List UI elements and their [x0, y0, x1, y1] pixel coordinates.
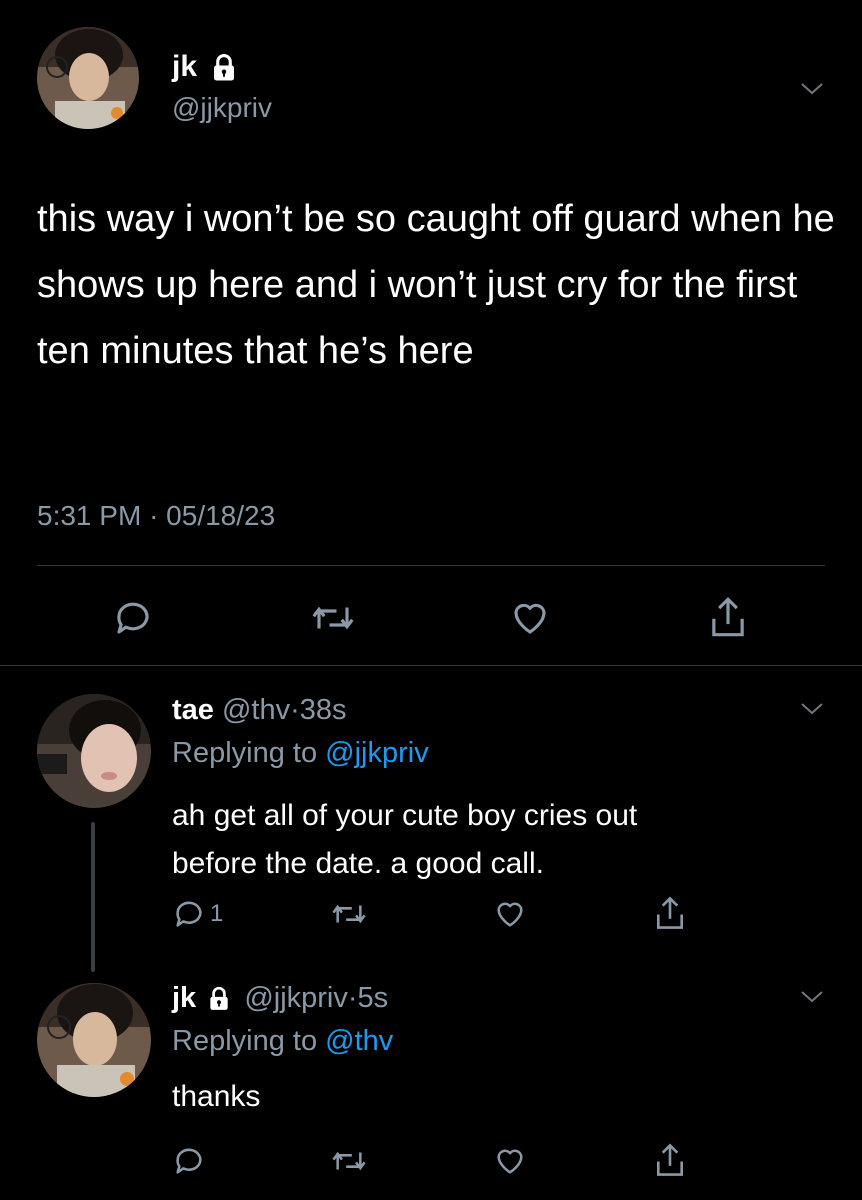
reply-text-line: ah get all of your cute boy cries out: [172, 799, 638, 832]
reply-text: ah get all of your cute boy cries out be…: [172, 792, 637, 888]
avatar-jk-reply[interactable]: [37, 983, 151, 1097]
handle[interactable]: @jjkpriv: [244, 982, 348, 1014]
separator-dot: ·: [290, 694, 300, 726]
retweet-icon: [332, 1151, 366, 1171]
like-button[interactable]: [492, 1144, 528, 1178]
display-name[interactable]: jk: [172, 50, 239, 84]
replying-to-handle-link[interactable]: @jjkpriv: [325, 737, 429, 769]
reply-count: 1: [210, 900, 224, 927]
display-name-text[interactable]: jk: [172, 50, 197, 83]
tweet-timestamp: 5:31 PM · 05/18/23: [37, 500, 275, 532]
share-button[interactable]: [652, 894, 688, 932]
divider: [37, 565, 825, 566]
reply2-header: jk @jjkpriv·5s: [172, 982, 388, 1015]
replying-to: Replying to @jjkpriv: [172, 737, 429, 770]
reply-icon: [176, 1148, 202, 1174]
lock-icon: [210, 987, 228, 1011]
replying-to-handle-link[interactable]: @thv: [325, 1025, 393, 1057]
like-icon: [497, 902, 523, 927]
retweet-icon: [332, 904, 366, 924]
chevron-down-icon[interactable]: [800, 82, 824, 96]
tweet-date: 05/18/23: [166, 500, 276, 531]
reply-text: thanks: [172, 1080, 261, 1113]
reply-button[interactable]: [172, 1144, 206, 1178]
chevron-down-icon[interactable]: [800, 702, 824, 716]
time-ago: 5s: [357, 982, 389, 1014]
reply-icon: [176, 901, 202, 927]
reply-icon: [117, 602, 149, 634]
display-name[interactable]: tae: [172, 694, 214, 726]
like-icon: [514, 603, 546, 634]
display-name[interactable]: jk: [172, 982, 196, 1014]
share-button[interactable]: [706, 594, 750, 640]
separator-dot: ·: [149, 500, 159, 531]
retweet-icon: [312, 606, 354, 630]
like-button[interactable]: [492, 897, 528, 931]
separator-dot: ·: [347, 982, 358, 1014]
reply-button[interactable]: [112, 597, 154, 639]
reply-text-line: before the date. a good call.: [172, 847, 544, 880]
time-ago: 38s: [299, 694, 347, 726]
retweet-button[interactable]: [310, 597, 356, 639]
share-icon: [712, 597, 744, 637]
retweet-button[interactable]: [330, 1144, 368, 1178]
replying-to-label: Replying to: [172, 1025, 318, 1057]
share-icon: [656, 896, 684, 929]
replying-to-label: Replying to: [172, 737, 318, 769]
share-icon: [656, 1143, 684, 1176]
handle[interactable]: @jjkpriv: [172, 92, 272, 124]
avatar-jk-main[interactable]: [37, 27, 139, 129]
divider: [0, 665, 862, 666]
chevron-down-icon[interactable]: [800, 990, 824, 1004]
replying-to: Replying to @thv: [172, 1025, 393, 1058]
avatar-tae[interactable]: [37, 694, 151, 808]
lock-icon: [214, 54, 235, 81]
reply-button[interactable]: 1: [172, 897, 223, 931]
tweet-time: 5:31 PM: [37, 500, 142, 531]
share-button[interactable]: [652, 1141, 688, 1179]
tweet-text: this way i won’t be so caught off guard …: [37, 198, 835, 372]
like-button[interactable]: [508, 597, 552, 639]
reply1-header: tae @thv·38s: [172, 694, 347, 727]
handle[interactable]: @thv: [222, 694, 290, 726]
retweet-button[interactable]: [330, 897, 368, 931]
thread-line: [91, 822, 95, 972]
like-icon: [497, 1149, 523, 1174]
